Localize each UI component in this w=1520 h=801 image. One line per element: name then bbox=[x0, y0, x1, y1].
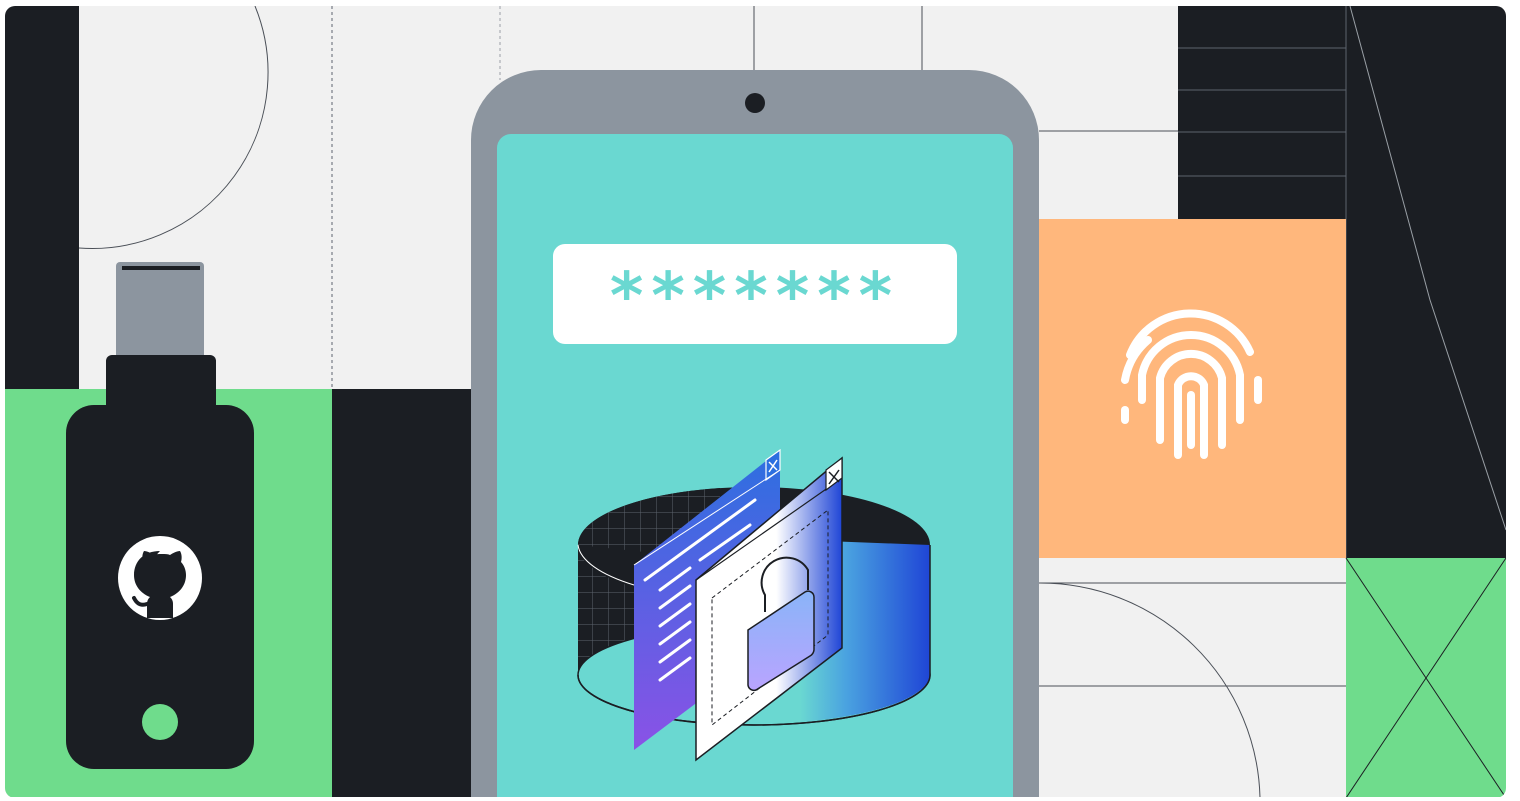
phone-camera bbox=[745, 93, 765, 113]
password-masked-value: ******* bbox=[610, 260, 900, 334]
dark-block-right bbox=[1346, 6, 1506, 558]
github-logo-icon bbox=[118, 536, 202, 620]
status-light bbox=[142, 704, 178, 740]
orange-block bbox=[1039, 219, 1346, 558]
dark-block-left bbox=[5, 6, 79, 389]
hero-illustration: ******* bbox=[0, 0, 1520, 798]
password-field[interactable]: ******* bbox=[553, 244, 957, 344]
dark-block-center bbox=[332, 389, 482, 798]
dark-block-top-right bbox=[1178, 6, 1346, 219]
illustration-canvas: ******* bbox=[5, 6, 1506, 798]
